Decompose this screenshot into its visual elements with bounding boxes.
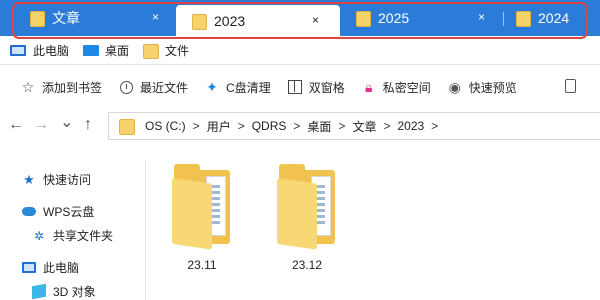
preview-label: 快速预览	[468, 80, 517, 95]
cleanup-label: C盘清理	[226, 80, 271, 95]
breadcrumb-separator[interactable]: >	[238, 119, 245, 133]
copy-icon[interactable]	[565, 79, 576, 93]
private-label: 私密空间	[382, 80, 431, 95]
navigation-pane: ★ 快速访问 WPS云盘 ✲ 共享文件夹 此电脑 3D 对象	[0, 160, 146, 300]
folder-icon	[172, 178, 212, 250]
forward-button[interactable]: →	[33, 116, 49, 134]
back-button[interactable]: ←	[8, 116, 24, 134]
navigation-row: ← → ⌄ ↑ OS (C:) > 用户 > QDRS > 桌面 > 文章 > …	[0, 112, 600, 140]
tab-separator	[503, 12, 504, 26]
recent-files-button[interactable]: 最近文件	[118, 79, 188, 96]
sidebar-item-label: 此电脑	[43, 261, 80, 275]
folder-icon	[516, 11, 531, 27]
breadcrumb-separator[interactable]: >	[193, 119, 200, 133]
toolbar: ☆ 添加到书签 最近文件 ✦ C盘清理 双窗格 🔒︎ 私密空间 ◉ 快速预览	[0, 72, 600, 102]
c-drive-cleanup-button[interactable]: ✦ C盘清理	[204, 79, 271, 96]
divider	[0, 64, 600, 65]
computer-icon	[10, 44, 26, 56]
breadcrumb-desktop[interactable]: 桌面	[307, 118, 331, 135]
sidebar-item-label: 快速访问	[43, 173, 92, 187]
tab-bar: 文章 × 2023 × 2025 × 2024	[0, 0, 600, 36]
tab-2025[interactable]: 2025 ×	[356, 4, 496, 32]
sidebar-item-3d-objects[interactable]: 3D 对象	[32, 283, 96, 300]
share-icon: ✲	[33, 228, 45, 243]
folder-item-23-12[interactable]	[277, 164, 337, 250]
tab-label: 2024	[538, 10, 570, 26]
sidebar-item-quick-access[interactable]: ★ 快速访问	[22, 171, 91, 188]
close-icon[interactable]: ×	[312, 13, 319, 27]
lock-icon: 🔒︎	[364, 78, 373, 95]
history-dropdown-button[interactable]: ⌄	[60, 112, 73, 132]
quick-access-bar: 此电脑 桌面 文件	[0, 38, 600, 62]
bookmark-button[interactable]: ☆ 添加到书签	[20, 79, 102, 96]
dual-pane-icon	[287, 79, 303, 95]
dual-pane-button[interactable]: 双窗格	[287, 79, 345, 96]
computer-icon	[22, 261, 36, 275]
quick-item-label: 桌面	[105, 43, 130, 58]
bookmark-label: 添加到书签	[42, 80, 103, 95]
folder-icon	[192, 13, 207, 30]
tab-label: 2025	[378, 10, 410, 26]
tab-2023[interactable]: 2023 ×	[176, 5, 340, 36]
quick-item-label: 文件	[165, 43, 190, 58]
folder-icon	[143, 43, 160, 59]
sidebar-item-label: WPS云盘	[43, 205, 95, 219]
eye-icon: ◉	[448, 78, 461, 95]
tab-label: 文章	[52, 10, 80, 26]
quick-item-desktop[interactable]: 桌面	[83, 42, 129, 59]
star-icon: ☆	[21, 78, 35, 95]
breadcrumb-user[interactable]: QDRS	[252, 119, 287, 133]
dual-pane-label: 双窗格	[308, 80, 345, 95]
breadcrumb-2023[interactable]: 2023	[397, 119, 424, 133]
tab-2024[interactable]: 2024	[516, 4, 596, 32]
sidebar-item-label: 3D 对象	[53, 285, 96, 299]
up-button[interactable]: ↑	[84, 116, 92, 134]
cube-icon	[32, 283, 46, 300]
breadcrumb-separator[interactable]: >	[431, 119, 438, 133]
tab-label: 2023	[214, 12, 246, 29]
sidebar-item-label: 共享文件夹	[53, 229, 114, 243]
folder-label[interactable]: 23.11	[172, 258, 232, 272]
breadcrumb-wenzhang[interactable]: 文章	[352, 118, 376, 135]
address-bar[interactable]: OS (C:) > 用户 > QDRS > 桌面 > 文章 > 2023 >	[108, 112, 600, 140]
quick-preview-button[interactable]: ◉ 快速预览	[447, 79, 517, 96]
folder-item-23-11[interactable]	[172, 164, 232, 250]
breadcrumb-separator[interactable]: >	[293, 119, 300, 133]
close-icon[interactable]: ×	[152, 10, 159, 24]
cloud-icon	[22, 205, 36, 219]
folder-label[interactable]: 23.12	[277, 258, 337, 272]
sidebar-item-wps-cloud[interactable]: WPS云盘	[22, 203, 94, 220]
folder-icon	[277, 178, 317, 250]
breadcrumb-drive[interactable]: OS (C:)	[145, 119, 186, 133]
recent-label: 最近文件	[140, 80, 189, 95]
quick-item-files[interactable]: 文件	[143, 42, 189, 59]
breadcrumb-separator[interactable]: >	[338, 119, 345, 133]
close-icon[interactable]: ×	[478, 10, 485, 24]
sidebar-item-this-pc[interactable]: 此电脑	[22, 259, 79, 276]
quick-item-this-pc[interactable]: 此电脑	[10, 42, 69, 59]
desktop-icon	[83, 44, 100, 56]
tab-wenzhang[interactable]: 文章 ×	[30, 4, 170, 32]
breadcrumb-users[interactable]: 用户	[207, 118, 231, 135]
private-space-button[interactable]: 🔒︎ 私密空间	[361, 79, 431, 96]
breadcrumb-separator[interactable]: >	[383, 119, 390, 133]
sidebar-item-shared-folder[interactable]: ✲ 共享文件夹	[32, 227, 113, 244]
quick-item-label: 此电脑	[33, 43, 70, 58]
folder-icon	[30, 11, 45, 27]
folder-icon	[356, 11, 371, 27]
clock-icon	[118, 79, 134, 95]
folder-icon	[119, 119, 135, 135]
file-list: 23.11 23.12	[147, 140, 600, 300]
broom-icon: ✦	[206, 78, 218, 95]
star-icon: ★	[23, 171, 35, 187]
